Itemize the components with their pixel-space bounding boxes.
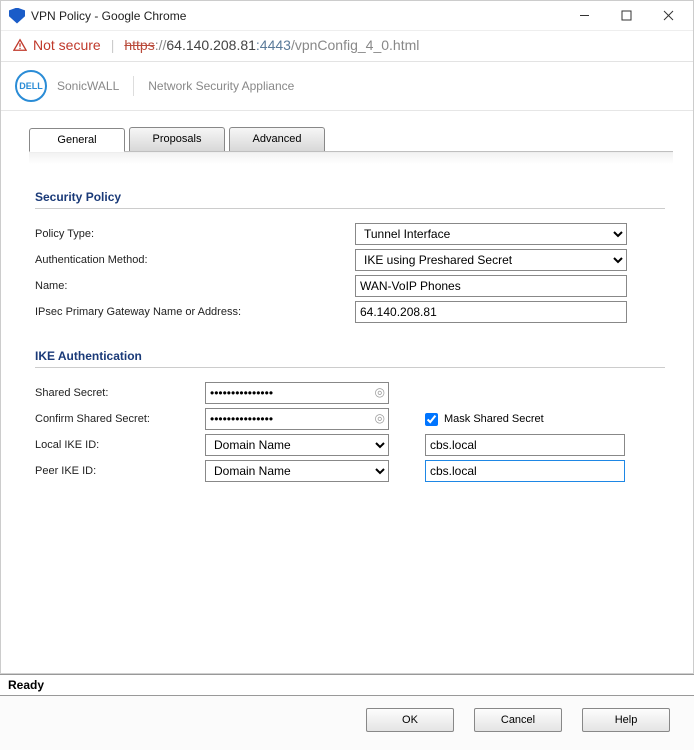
ike-auth-divider: [35, 367, 665, 368]
help-button[interactable]: Help: [582, 708, 670, 732]
confirm-secret-input[interactable]: [205, 408, 389, 430]
url-port: :4443: [256, 37, 291, 53]
gateway-input[interactable]: [355, 301, 627, 323]
local-ike-id-label: Local IKE ID:: [35, 439, 205, 451]
address-bar: Not secure | https://64.140.208.81:4443/…: [1, 31, 693, 62]
peer-ike-id-label: Peer IKE ID:: [35, 465, 205, 477]
peer-ike-id-type-select[interactable]: Domain Name: [205, 460, 389, 482]
not-secure-label: Not secure: [33, 37, 101, 53]
security-policy-heading: Security Policy: [35, 190, 673, 204]
app-shield-icon: [9, 8, 25, 24]
name-label: Name:: [35, 280, 355, 292]
status-bar: Ready: [0, 674, 694, 696]
local-ike-id-input[interactable]: [425, 434, 625, 456]
close-button[interactable]: [647, 1, 689, 31]
shared-secret-label: Shared Secret:: [35, 387, 205, 399]
shared-secret-input[interactable]: [205, 382, 389, 404]
brand-header: DELL SonicWALL Network Security Applianc…: [1, 62, 693, 111]
address-separator: |: [111, 37, 115, 53]
dialog-button-row: OK Cancel Help: [0, 696, 694, 750]
local-ike-id-type-select[interactable]: Domain Name: [205, 434, 389, 456]
ok-button[interactable]: OK: [366, 708, 454, 732]
maximize-button[interactable]: [605, 1, 647, 31]
reveal-secret-icon[interactable]: ◎: [375, 385, 385, 399]
tab-proposals[interactable]: Proposals: [129, 127, 225, 151]
dell-logo-icon: DELL: [15, 70, 47, 102]
security-policy-divider: [35, 208, 665, 209]
mask-secret-checkbox[interactable]: [425, 413, 438, 426]
url-scheme: https: [124, 37, 154, 53]
reveal-confirm-icon[interactable]: ◎: [375, 411, 385, 425]
url-host: 64.140.208.81: [166, 37, 256, 53]
cancel-button[interactable]: Cancel: [474, 708, 562, 732]
mask-secret-label: Mask Shared Secret: [444, 413, 544, 425]
auth-method-select[interactable]: IKE using Preshared Secret: [355, 249, 627, 271]
brand-subtitle: Network Security Appliance: [148, 79, 294, 93]
url-sep: ://: [155, 37, 167, 53]
auth-method-label: Authentication Method:: [35, 254, 355, 266]
tab-gradient: [29, 152, 673, 164]
not-secure-warning[interactable]: Not secure: [13, 37, 101, 53]
ike-auth-heading: IKE Authentication: [35, 349, 673, 363]
gateway-label: IPsec Primary Gateway Name or Address:: [35, 306, 355, 318]
tab-general[interactable]: General: [29, 128, 125, 152]
policy-type-label: Policy Type:: [35, 228, 355, 240]
name-input[interactable]: [355, 275, 627, 297]
brand-product: SonicWALL: [57, 79, 119, 93]
url-display[interactable]: https://64.140.208.81:4443/vpnConfig_4_0…: [124, 37, 419, 53]
brand-divider: [133, 76, 134, 96]
confirm-secret-label: Confirm Shared Secret:: [35, 413, 205, 425]
url-path: /vpnConfig_4_0.html: [291, 37, 419, 53]
footer: Ready OK Cancel Help: [0, 673, 694, 750]
tab-strip: General Proposals Advanced: [29, 127, 673, 152]
tab-advanced[interactable]: Advanced: [229, 127, 325, 151]
window-title: VPN Policy - Google Chrome: [31, 9, 563, 23]
peer-ike-id-input[interactable]: [425, 460, 625, 482]
policy-type-select[interactable]: Tunnel Interface: [355, 223, 627, 245]
window-titlebar: VPN Policy - Google Chrome: [1, 1, 693, 31]
warning-triangle-icon: [13, 38, 27, 52]
minimize-button[interactable]: [563, 1, 605, 31]
